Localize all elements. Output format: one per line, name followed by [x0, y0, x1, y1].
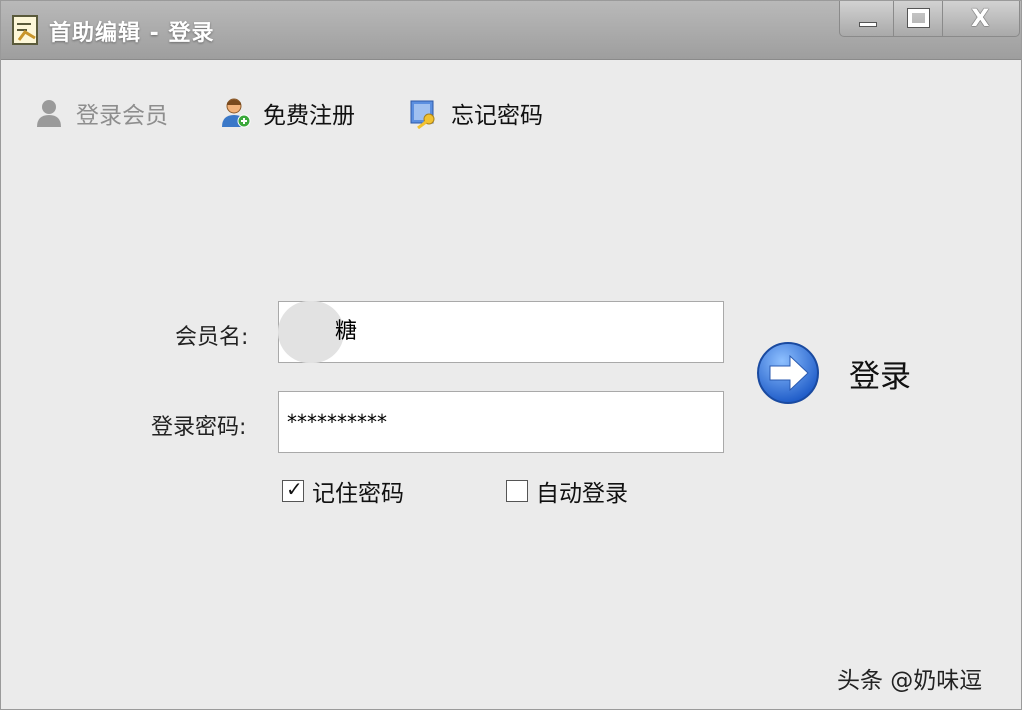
auto-login-label: 自动登录: [536, 481, 628, 507]
toolbar-forgot-password[interactable]: 忘记密码: [409, 95, 543, 131]
arrow-right-icon[interactable]: [756, 341, 820, 405]
title-bar[interactable]: 首助编辑 - 登录 X: [1, 1, 1021, 60]
remember-password-checkbox[interactable]: ✓: [282, 477, 304, 502]
close-button[interactable]: X: [942, 1, 1020, 37]
toolbar-register[interactable]: 免费注册: [221, 95, 355, 131]
checkmark-icon: ✓: [286, 477, 303, 501]
auto-login-checkbox[interactable]: [506, 480, 528, 502]
toolbar-forgot-password-label: 忘记密码: [451, 103, 543, 129]
app-icon: [12, 15, 38, 45]
toolbar-member-login-label: 登录会员: [76, 103, 168, 129]
member-login-icon: [37, 100, 61, 127]
auto-login-option[interactable]: 自动登录: [506, 474, 628, 508]
minimize-button[interactable]: [839, 1, 894, 37]
key-note-icon: [410, 100, 435, 129]
username-value: 糖: [335, 319, 358, 344]
password-input[interactable]: **********: [278, 391, 724, 453]
watermark: 头条 @奶味逗: [837, 668, 983, 694]
username-label: 会员名:: [175, 325, 249, 350]
toolbar-member-login[interactable]: 登录会员: [34, 95, 168, 131]
username-input[interactable]: 糖: [278, 301, 724, 363]
add-user-icon: [222, 98, 251, 128]
login-button[interactable]: 登录: [849, 351, 911, 396]
window-title: 首助编辑 - 登录: [49, 21, 215, 46]
remember-password-label: 记住密码: [312, 481, 404, 507]
close-icon: X: [971, 4, 990, 32]
minimize-icon: [859, 22, 877, 27]
maximize-icon: [907, 8, 930, 28]
toolbar-register-label: 免费注册: [263, 103, 355, 129]
login-window: 首助编辑 - 登录 X 登录会员 免费注册 忘记密码 会员名: 糖 登录密码: …: [0, 0, 1022, 710]
remember-password-option[interactable]: ✓ 记住密码: [282, 474, 404, 508]
password-value: **********: [287, 410, 387, 434]
password-label: 登录密码:: [151, 415, 247, 440]
maximize-button[interactable]: [893, 1, 943, 37]
